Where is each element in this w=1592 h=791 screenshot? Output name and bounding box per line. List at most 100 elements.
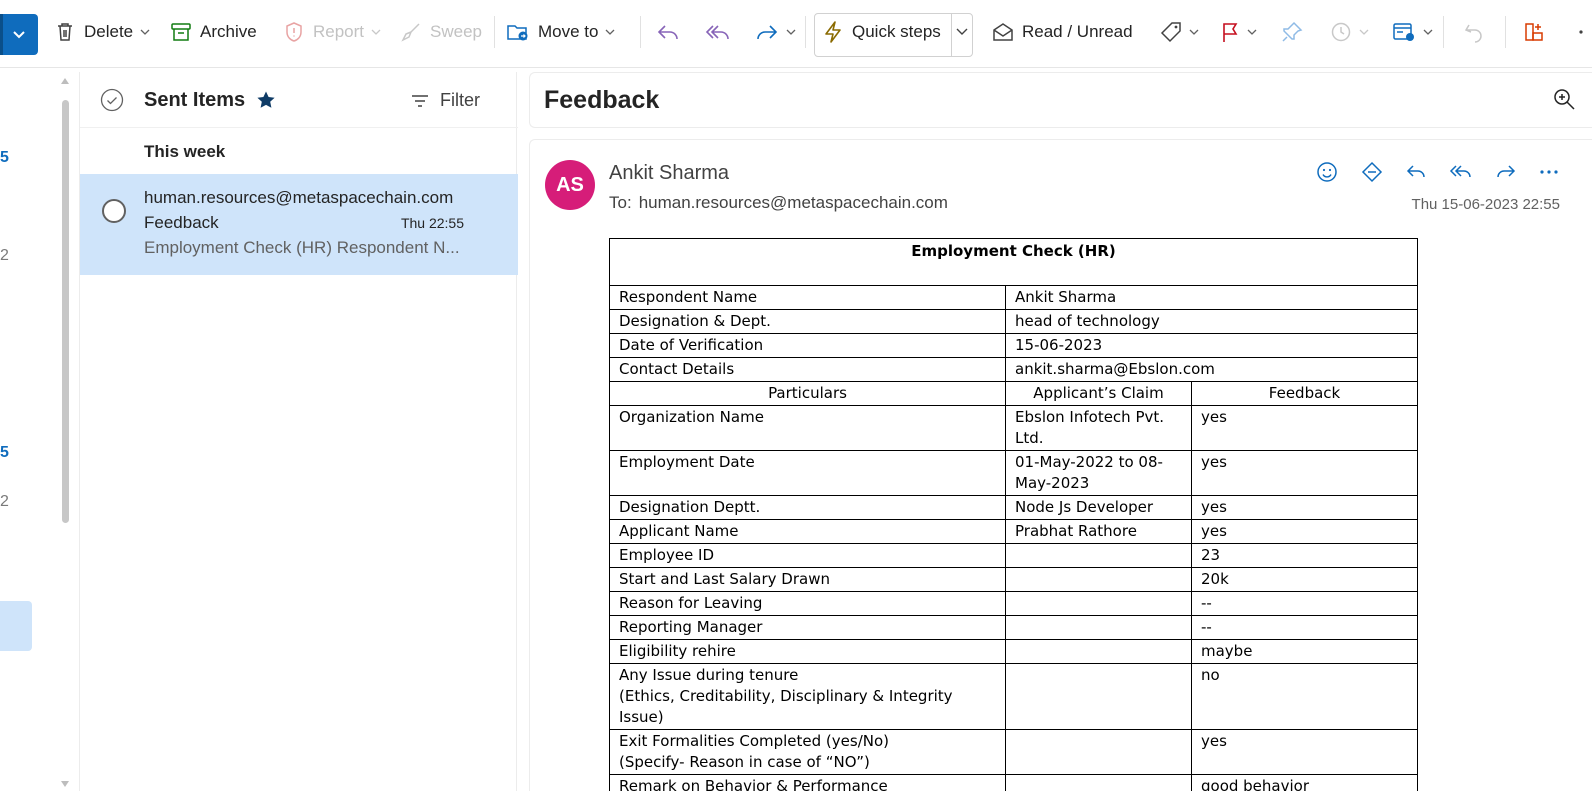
read-unread-button[interactable]: Read / Unread	[992, 12, 1133, 52]
envelope-open-icon	[993, 23, 1013, 41]
apps-button[interactable]	[1523, 12, 1545, 52]
quick-steps-dropdown[interactable]	[956, 12, 968, 52]
column-header: Applicant’s Claim	[1005, 381, 1192, 406]
forward-button[interactable]	[1492, 158, 1520, 186]
reply-all-button[interactable]	[705, 12, 731, 52]
filter-button[interactable]: Filter	[410, 90, 480, 111]
quick-steps-button[interactable]: Quick steps	[822, 12, 941, 52]
more-icon	[1540, 170, 1558, 174]
recipient-address[interactable]: human.resources@metaspacechain.com	[639, 193, 948, 212]
rules-button[interactable]	[1392, 12, 1433, 52]
delete-button[interactable]: Delete	[54, 12, 150, 52]
table-title: Employment Check (HR)	[609, 238, 1418, 286]
categorize-button[interactable]	[1160, 12, 1199, 52]
particular-text: Exit Formalities Completed (yes/No)	[619, 732, 889, 750]
folder-unread-count: 5	[0, 444, 9, 461]
folder-move-icon	[507, 25, 528, 41]
more-options-button[interactable]	[1578, 12, 1588, 52]
chevron-down-icon	[786, 29, 796, 35]
email-subject: Feedback	[544, 86, 660, 114]
particular-cell: Applicant Name	[609, 519, 1006, 544]
to-label: To:	[609, 193, 632, 212]
particular-cell: Reporting Manager	[609, 615, 1006, 640]
report-button[interactable]: Report	[283, 12, 381, 52]
move-to-label: Move to	[538, 22, 599, 41]
reply-button[interactable]	[656, 12, 680, 52]
chevron-down-icon	[371, 29, 381, 35]
scroll-down-arrow[interactable]	[61, 781, 69, 787]
respondent-value: ankit.sharma@Ebslon.com	[1005, 357, 1418, 382]
move-to-button[interactable]: Move to	[506, 12, 615, 52]
table-row: Exit Formalities Completed (yes/No) (Spec…	[609, 729, 1418, 775]
filter-icon	[412, 94, 428, 107]
clock-icon	[1331, 22, 1351, 42]
sender-name[interactable]: Ankit Sharma	[609, 162, 729, 185]
forward-icon	[757, 25, 778, 40]
claim-cell	[1005, 615, 1192, 640]
zoom-button[interactable]	[1552, 87, 1578, 118]
reply-all-icon	[1449, 165, 1471, 178]
claim-cell: 01-May-2022 to 08- May-2023	[1005, 450, 1192, 496]
chevron-down-icon	[1247, 29, 1257, 35]
forward-button[interactable]	[755, 12, 796, 52]
react-button[interactable]	[1313, 158, 1341, 186]
claim-text: Prabhat Rathore	[1015, 522, 1137, 540]
shield-warning-icon	[286, 22, 302, 42]
claim-cell	[1005, 543, 1192, 568]
folder-title: Sent Items	[144, 89, 246, 111]
message-list-item[interactable]: human.resources@metaspacechain.com Feedb…	[80, 174, 518, 275]
respondent-label: Date of Verification	[609, 333, 1006, 358]
claim-text-continued: Ltd.	[1015, 429, 1044, 447]
feedback-cell: yes	[1191, 405, 1418, 451]
particular-text: Applicant Name	[619, 522, 739, 540]
table-row: Eligibility rehire maybe	[609, 639, 1418, 664]
loop-button[interactable]	[1358, 158, 1386, 186]
pin-icon	[1282, 21, 1303, 42]
folder-pane-scrollbar[interactable]	[62, 100, 69, 523]
particular-cell: Exit Formalities Completed (yes/No) (Spec…	[609, 729, 1006, 775]
subject-bar: Feedback	[529, 72, 1592, 128]
favorite-star-icon[interactable]	[256, 90, 276, 115]
archive-button[interactable]: Archive	[170, 12, 257, 52]
sweep-button[interactable]: Sweep	[400, 12, 482, 52]
feedback-cell: maybe	[1191, 639, 1418, 664]
feedback-cell: yes	[1191, 495, 1418, 520]
apps-add-icon	[1525, 23, 1543, 41]
claim-cell: Node Js Developer	[1005, 495, 1192, 520]
table-row: Designation Deptt. Node Js Developer yes	[609, 495, 1418, 520]
new-mail-dropdown-button[interactable]	[0, 14, 38, 55]
rules-icon	[1393, 23, 1414, 41]
read-unread-label: Read / Unread	[1022, 22, 1133, 41]
table-row: Reason for Leaving --	[609, 591, 1418, 616]
feedback-cell: --	[1191, 591, 1418, 616]
chevron-down-icon	[1359, 29, 1369, 35]
reply-all-button[interactable]	[1447, 158, 1475, 186]
undo-button[interactable]	[1463, 12, 1485, 52]
avatar[interactable]: AS	[545, 160, 595, 210]
chevron-down-icon	[1189, 29, 1199, 35]
particular-cell: Employee ID	[609, 543, 1006, 568]
select-all-checkbox[interactable]	[100, 88, 124, 117]
pin-button[interactable]	[1281, 12, 1303, 52]
selected-folder-highlight[interactable]	[0, 601, 32, 651]
zoom-in-icon	[1554, 89, 1575, 110]
feedback-cell: yes	[1191, 519, 1418, 544]
message-date: Thu 15-06-2023 22:55	[1411, 196, 1560, 213]
feedback-cell: yes	[1191, 450, 1418, 496]
table-row: Applicant Name Prabhat Rathore yes	[609, 519, 1418, 544]
chevron-down-icon	[606, 29, 615, 35]
respondent-value: Ankit Sharma	[1005, 285, 1418, 310]
chevron-down-icon	[956, 28, 968, 35]
reply-button[interactable]	[1402, 158, 1430, 186]
flag-button[interactable]	[1220, 12, 1257, 52]
respondent-label: Respondent Name	[609, 285, 1006, 310]
particular-cell: Organization Name	[609, 405, 1006, 451]
respondent-value: head of technology	[1005, 309, 1418, 334]
particular-cell: Start and Last Salary Drawn	[609, 567, 1006, 592]
select-message-checkbox[interactable]	[102, 199, 126, 223]
scroll-up-arrow[interactable]	[61, 78, 69, 84]
claim-cell	[1005, 729, 1192, 775]
more-actions-button[interactable]	[1535, 158, 1563, 186]
particular-text: Employee ID	[619, 546, 715, 564]
snooze-button[interactable]	[1330, 12, 1369, 52]
